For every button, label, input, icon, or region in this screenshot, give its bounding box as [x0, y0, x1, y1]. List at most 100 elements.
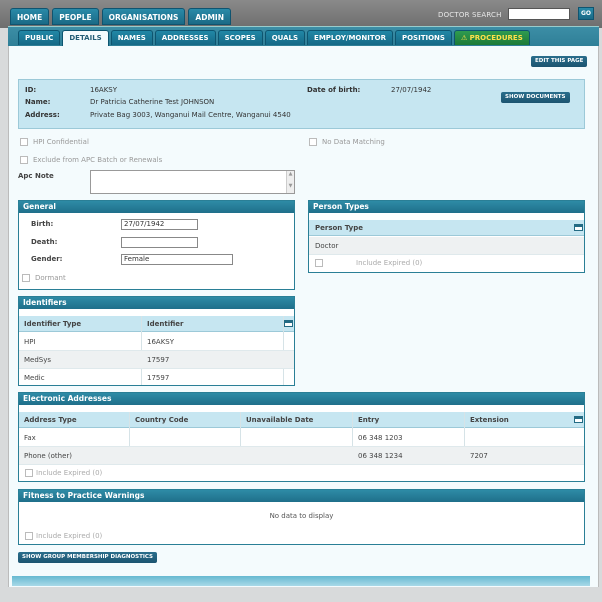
doctor-search-go-button[interactable]: GO [578, 7, 594, 20]
tab-procedures[interactable]: ⚠ PROCEDURES [453, 30, 530, 45]
apc-note-label: Apc Note [18, 172, 54, 180]
checkbox-box[interactable] [25, 532, 33, 540]
include-expired-label: Include Expired (0) [356, 259, 423, 267]
checkbox-box[interactable] [309, 138, 317, 146]
tab-positions[interactable]: POSITIONS [394, 30, 452, 45]
electronic-addresses-title: Electronic Addresses [19, 393, 584, 405]
exclude-apc-label: Exclude from APC Batch or Renewals [33, 156, 163, 164]
nav-home[interactable]: HOME [10, 8, 50, 25]
no-data-matching-label: No Data Matching [322, 138, 385, 146]
show-group-membership-diagnostics-button[interactable]: SHOW GROUP MEMBERSHIP DIAGNOSTICS [18, 552, 158, 563]
table-row[interactable]: Phone (other) 06 348 1234 7207 [19, 447, 584, 465]
fitness-include-expired[interactable]: Include Expired (0) [25, 532, 102, 540]
no-data-matching-checkbox[interactable]: No Data Matching [309, 138, 385, 146]
identifier-cell: 17597 [147, 356, 170, 364]
nav-organisations[interactable]: ORGANISATIONS [101, 8, 186, 25]
address-label: Address: [25, 111, 60, 119]
column-chooser-icon[interactable] [284, 320, 293, 327]
identifier-column: Identifier [147, 320, 184, 328]
identifiers-panel: Identifiers Identifier Type Identifier H… [18, 296, 295, 386]
identifiers-header: Identifier Type Identifier [19, 316, 294, 332]
address-value: Private Bag 3003, Wanganui Mail Centre, … [90, 111, 291, 119]
death-input[interactable] [121, 237, 198, 248]
id-label: ID: [25, 86, 37, 94]
tab-quals[interactable]: QUALS [264, 30, 306, 45]
table-row[interactable]: Fax 06 348 1203 [19, 429, 584, 447]
table-row[interactable]: Medic 17597 [19, 369, 294, 387]
dormant-label: Dormant [35, 274, 66, 282]
person-type-cell: Doctor [315, 242, 339, 250]
identifier-type-cell: MedSys [24, 356, 52, 364]
edit-page-button[interactable]: EDIT THIS PAGE [531, 56, 588, 67]
hpi-confidential-label: HPI Confidential [33, 138, 89, 146]
identifier-type-cell: HPI [24, 338, 36, 346]
column-chooser-icon[interactable] [574, 224, 583, 231]
gender-label: Gender: [31, 255, 63, 263]
person-types-panel: Person Types Person Type Doctor Include … [308, 200, 585, 273]
textarea-scrollbar[interactable]: ▲ ▼ [286, 171, 294, 193]
hpi-confidential-checkbox[interactable]: HPI Confidential [20, 138, 89, 146]
tab-details[interactable]: DETAILS [62, 30, 109, 47]
tab-names[interactable]: NAMES [110, 30, 153, 45]
address-type-column: Address Type [24, 416, 77, 424]
checkbox-box[interactable] [25, 469, 33, 477]
person-types-title: Person Types [309, 201, 584, 213]
table-row[interactable]: MedSys 17597 [19, 351, 294, 369]
country-code-column: Country Code [135, 416, 189, 424]
birth-label: Birth: [31, 220, 54, 228]
column-chooser-icon[interactable] [574, 416, 583, 423]
nav-people[interactable]: PEOPLE [52, 8, 99, 25]
top-nav: HOME PEOPLE ORGANISATIONS ADMIN [10, 8, 231, 25]
person-type-column: Person Type [315, 224, 363, 232]
checkbox-box[interactable] [315, 259, 323, 267]
person-summary: ID: 16AKSY Name: Dr Patricia Catherine T… [18, 79, 585, 129]
table-row[interactable]: HPI 16AKSY [19, 333, 294, 351]
warning-icon: ⚠ [460, 34, 470, 42]
fitness-warnings-panel: Fitness to Practice Warnings No data to … [18, 489, 585, 545]
address-type-cell: Phone (other) [24, 452, 73, 460]
address-type-cell: Fax [24, 434, 36, 442]
show-documents-button[interactable]: SHOW DOCUMENTS [501, 92, 570, 103]
gender-input[interactable]: Female [121, 254, 233, 265]
checkbox-box[interactable] [22, 274, 30, 282]
identifier-cell: 17597 [147, 374, 170, 382]
general-panel: General Birth: 27/07/1942 Death: Gender:… [18, 200, 295, 290]
doctor-search-label: DOCTOR SEARCH [438, 11, 502, 19]
tab-public[interactable]: PUBLIC [18, 30, 61, 45]
identifier-cell: 16AKSY [147, 338, 175, 346]
tab-addresses[interactable]: ADDRESSES [154, 30, 216, 45]
extension-column: Extension [470, 416, 509, 424]
tab-scopes[interactable]: SCOPES [217, 30, 263, 45]
include-expired-label: Include Expired (0) [36, 469, 103, 477]
identifier-type-cell: Medic [24, 374, 45, 382]
dob-value: 27/07/1942 [391, 86, 432, 94]
empty-state-text: No data to display [269, 512, 334, 520]
subtab-bar: PUBLIC DETAILS NAMES ADDRESSES SCOPES QU… [8, 26, 599, 47]
birth-input[interactable]: 27/07/1942 [121, 219, 198, 230]
electronic-addresses-header: Address Type Country Code Unavailable Da… [19, 412, 584, 428]
entry-cell: 06 348 1203 [358, 434, 403, 442]
entry-cell: 06 348 1234 [358, 452, 403, 460]
checkbox-box[interactable] [20, 138, 28, 146]
include-expired-label: Include Expired (0) [36, 532, 103, 540]
tab-employ-monitor[interactable]: EMPLOY/MONITOR [307, 30, 393, 45]
entry-column: Entry [358, 416, 380, 424]
doctor-search-input[interactable] [508, 8, 570, 20]
fitness-warnings-title: Fitness to Practice Warnings [19, 490, 584, 502]
name-value: Dr Patricia Catherine Test JOHNSON [90, 98, 215, 106]
id-value: 16AKSY [90, 86, 118, 94]
person-types-include-expired[interactable]: Include Expired (0) [315, 259, 422, 267]
extension-cell: 7207 [470, 452, 488, 460]
apc-note-textarea[interactable]: ▲ ▼ [90, 170, 295, 194]
electronic-include-expired[interactable]: Include Expired (0) [25, 469, 102, 477]
nav-admin[interactable]: ADMIN [188, 8, 231, 25]
checkbox-box[interactable] [20, 156, 28, 164]
dormant-checkbox[interactable]: Dormant [22, 274, 66, 282]
identifiers-title: Identifiers [19, 297, 294, 309]
identifier-type-column: Identifier Type [24, 320, 82, 328]
exclude-apc-checkbox[interactable]: Exclude from APC Batch or Renewals [20, 156, 162, 164]
table-row[interactable]: Doctor [309, 237, 584, 255]
footer-band [12, 576, 590, 586]
person-type-header: Person Type [309, 220, 584, 236]
dob-label: Date of birth: [307, 86, 361, 94]
